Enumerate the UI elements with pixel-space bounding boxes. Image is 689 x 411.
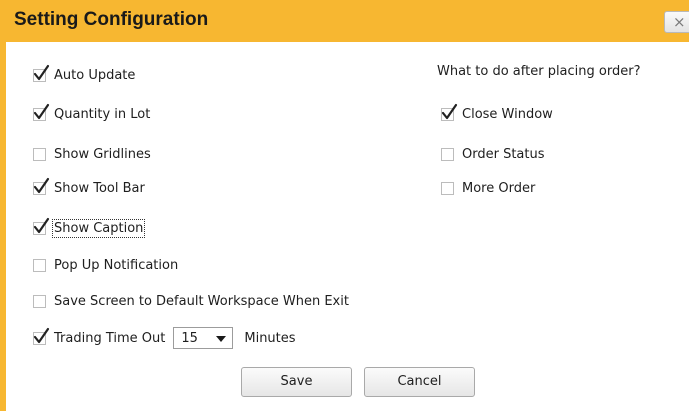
save-screen-checkbox[interactable] bbox=[33, 294, 46, 308]
after-order-question: What to do after placing order? bbox=[437, 64, 641, 79]
show-tool-bar-label: Show Tool Bar bbox=[54, 180, 145, 196]
cancel-button[interactable]: Cancel bbox=[364, 367, 475, 397]
settings-dialog: Setting Configuration × Auto Update Quan… bbox=[0, 0, 689, 411]
checkmark-icon bbox=[33, 327, 50, 343]
option-close-window[interactable]: Close Window bbox=[441, 103, 553, 125]
trading-time-out-label: Trading Time Out bbox=[54, 330, 166, 346]
option-more-order[interactable]: More Order bbox=[441, 177, 535, 199]
checkmark-icon bbox=[33, 103, 50, 119]
close-button[interactable]: × bbox=[664, 11, 689, 33]
save-screen-label: Save Screen to Default Workspace When Ex… bbox=[54, 293, 349, 309]
minutes-label: Minutes bbox=[244, 330, 296, 346]
close-window-checkbox[interactable] bbox=[441, 103, 458, 121]
chevron-down-icon[interactable] bbox=[216, 336, 227, 342]
checkmark-icon bbox=[441, 103, 458, 119]
close-icon: × bbox=[673, 13, 686, 31]
dialog-title: Setting Configuration bbox=[14, 9, 209, 30]
option-order-status[interactable]: Order Status bbox=[441, 143, 545, 165]
option-show-tool-bar[interactable]: Show Tool Bar bbox=[33, 177, 145, 199]
option-save-screen[interactable]: Save Screen to Default Workspace When Ex… bbox=[33, 290, 349, 312]
more-order-label: More Order bbox=[462, 180, 536, 196]
left-border-accent bbox=[0, 42, 6, 411]
save-button[interactable]: Save bbox=[241, 367, 352, 397]
order-status-checkbox[interactable] bbox=[441, 147, 454, 161]
pop-up-notification-checkbox[interactable] bbox=[33, 258, 46, 272]
show-caption-checkbox[interactable] bbox=[33, 217, 50, 235]
option-show-caption[interactable]: Show Caption bbox=[33, 217, 146, 239]
show-gridlines-label: Show Gridlines bbox=[54, 146, 151, 162]
show-tool-bar-checkbox[interactable] bbox=[33, 177, 50, 195]
checkmark-icon bbox=[33, 177, 50, 193]
close-window-label: Close Window bbox=[462, 106, 553, 122]
quantity-in-lot-checkbox[interactable] bbox=[33, 103, 50, 121]
option-show-gridlines[interactable]: Show Gridlines bbox=[33, 143, 151, 165]
order-status-label: Order Status bbox=[462, 146, 545, 162]
checkmark-icon bbox=[33, 217, 50, 233]
timeout-minutes-select[interactable]: 15 bbox=[173, 327, 234, 349]
pop-up-notification-label: Pop Up Notification bbox=[54, 257, 179, 273]
title-bar: Setting Configuration × bbox=[0, 0, 689, 42]
trading-time-out-checkbox[interactable] bbox=[33, 327, 50, 345]
checkmark-icon bbox=[33, 64, 50, 80]
option-pop-up-notification[interactable]: Pop Up Notification bbox=[33, 254, 178, 276]
show-caption-label: Show Caption bbox=[51, 218, 146, 238]
auto-update-label: Auto Update bbox=[54, 67, 136, 83]
show-gridlines-checkbox[interactable] bbox=[33, 147, 46, 161]
timeout-value: 15 bbox=[181, 330, 198, 346]
option-auto-update[interactable]: Auto Update bbox=[33, 64, 135, 86]
more-order-checkbox[interactable] bbox=[441, 181, 454, 195]
auto-update-checkbox[interactable] bbox=[33, 64, 50, 82]
option-quantity-in-lot[interactable]: Quantity in Lot bbox=[33, 103, 150, 125]
option-trading-time-out: Trading Time Out 15 Minutes bbox=[33, 327, 296, 349]
quantity-in-lot-label: Quantity in Lot bbox=[54, 106, 151, 122]
